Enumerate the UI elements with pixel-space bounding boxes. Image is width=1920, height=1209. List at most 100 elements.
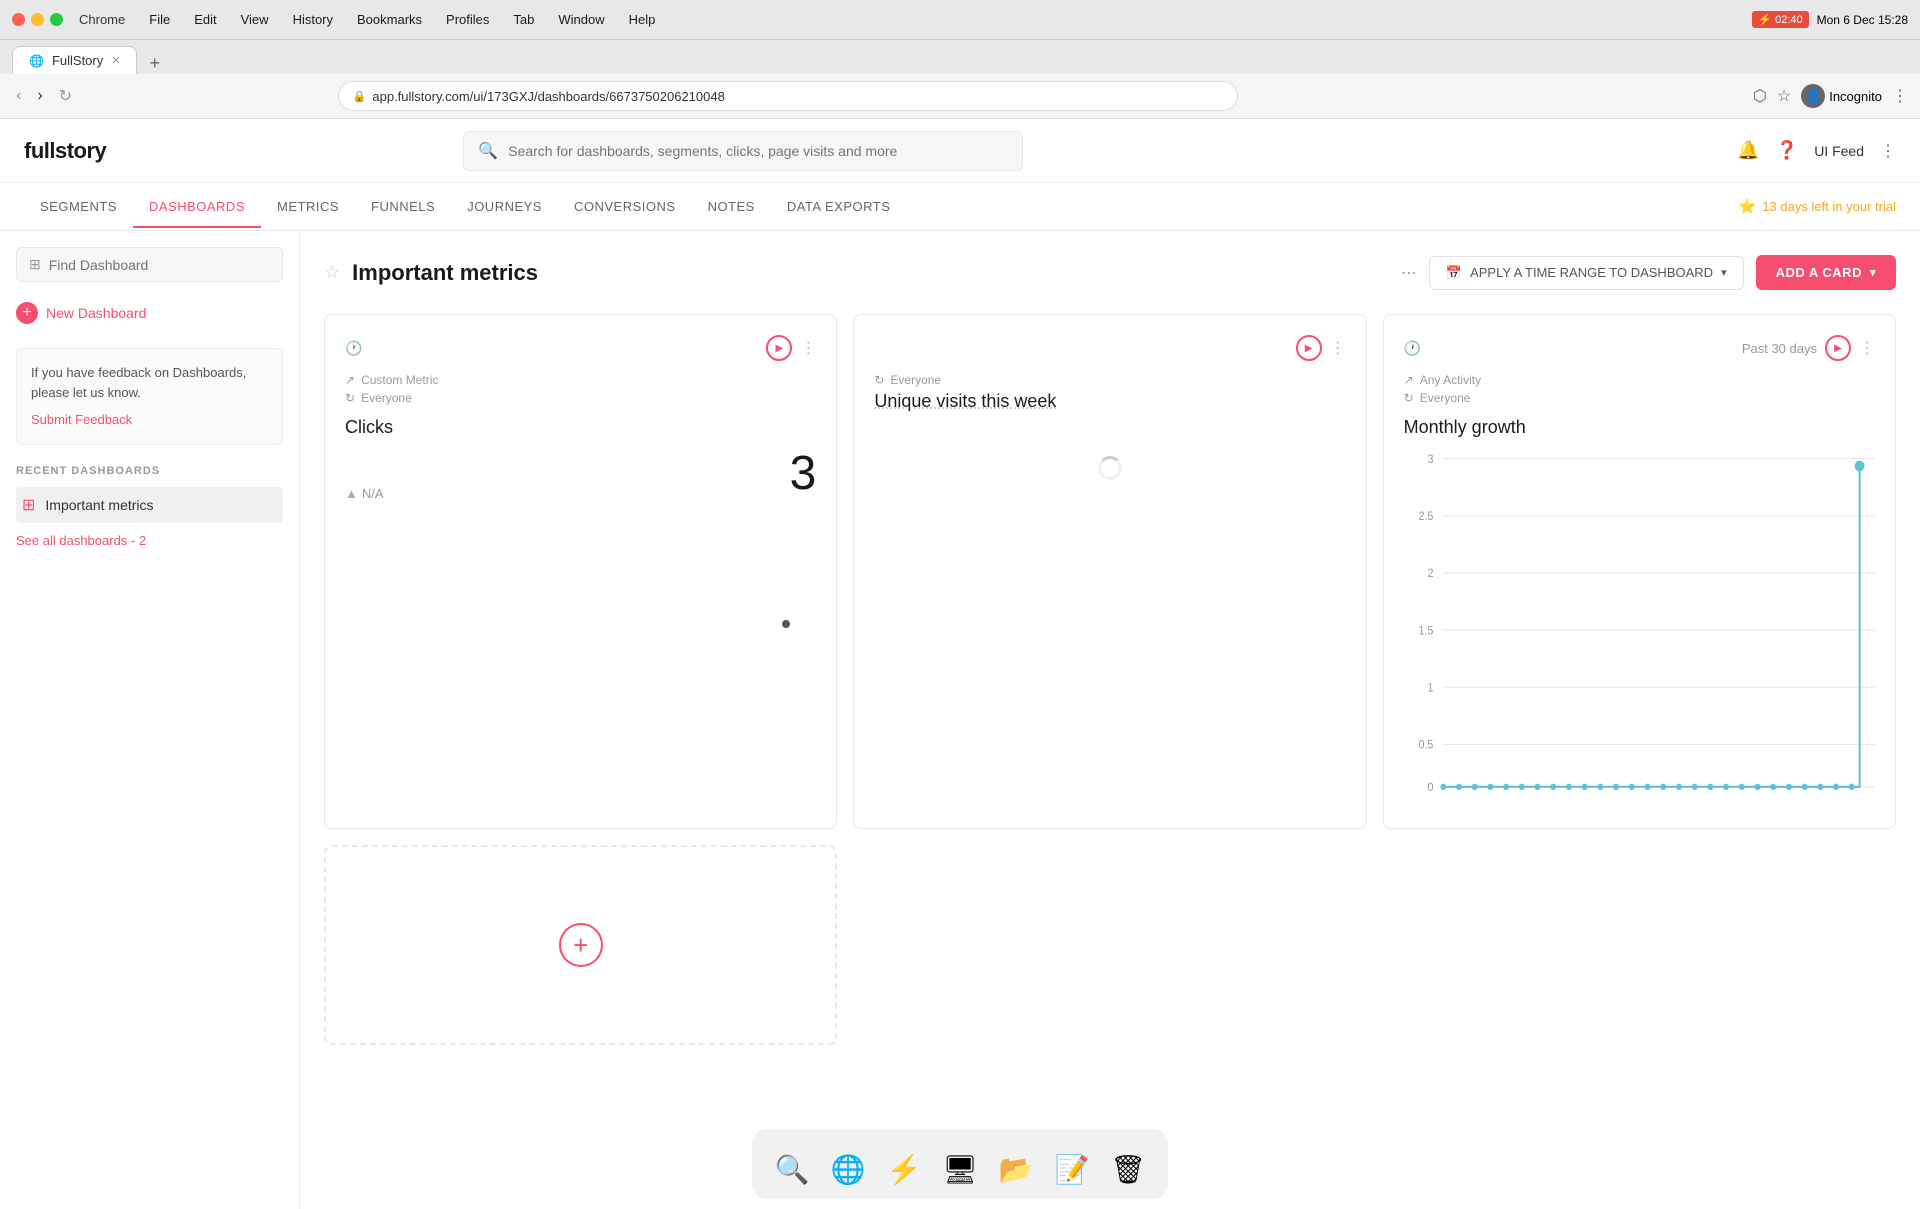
chevron-down-icon: ▾ bbox=[1721, 266, 1727, 279]
browser-toolbar: ‹ › ↻ 🔒 app.fullstory.com/ui/173GXJ/dash… bbox=[0, 74, 1920, 118]
minimize-button[interactable] bbox=[31, 13, 44, 26]
unique-visits-card-actions: ▶ ⋮ bbox=[1296, 335, 1346, 361]
monthly-growth-play-button[interactable]: ▶ bbox=[1825, 335, 1851, 361]
nav-dashboards[interactable]: DASHBOARDS bbox=[133, 185, 261, 228]
nav-funnels[interactable]: FUNNELS bbox=[355, 185, 451, 228]
submit-feedback-link[interactable]: Submit Feedback bbox=[31, 410, 268, 430]
clicks-card-actions: ▶ ⋮ bbox=[766, 335, 816, 361]
close-button[interactable] bbox=[12, 13, 25, 26]
unique-visits-more-button[interactable]: ⋮ bbox=[1330, 338, 1346, 358]
dock-app5[interactable]: 📂 bbox=[992, 1145, 1040, 1193]
menu-file[interactable]: File bbox=[145, 10, 174, 29]
tab-title: FullStory bbox=[52, 53, 103, 68]
global-search[interactable]: 🔍 bbox=[463, 131, 1023, 171]
clock-icon: 🕐 bbox=[345, 340, 362, 357]
nav-segments[interactable]: SEGMENTS bbox=[24, 185, 133, 228]
ui-feed-link[interactable]: UI Feed bbox=[1814, 143, 1864, 159]
incognito-avatar: 👤 bbox=[1801, 84, 1825, 108]
header-actions: 🔔 ❓ UI Feed ⋮ bbox=[1737, 140, 1896, 161]
dock: 🔍 🌐 ⚡ 🖥 📂 📝 🗑 bbox=[751, 1128, 1169, 1200]
fullscreen-button[interactable] bbox=[50, 13, 63, 26]
address-bar[interactable]: 🔒 app.fullstory.com/ui/173GXJ/dashboards… bbox=[338, 81, 1238, 111]
nav-items: SEGMENTS DASHBOARDS METRICS FUNNELS JOUR… bbox=[24, 185, 906, 228]
search-input[interactable] bbox=[508, 143, 1008, 159]
dashboard-header: ☆ Important metrics ⋯ 📅 APPLY A TIME RAN… bbox=[324, 255, 1896, 290]
menu-bookmarks[interactable]: Bookmarks bbox=[353, 10, 426, 29]
add-card-label: ADD A CARD bbox=[1776, 265, 1862, 280]
menu-window[interactable]: Window bbox=[554, 10, 608, 29]
nav-notes[interactable]: NOTES bbox=[692, 185, 771, 228]
monthly-growth-actions: Past 30 days ▶ ⋮ bbox=[1742, 335, 1875, 361]
find-dashboard-search[interactable]: ⊞ bbox=[16, 247, 283, 282]
menu-profiles[interactable]: Profiles bbox=[442, 10, 493, 29]
dock-chrome[interactable]: 🌐 bbox=[824, 1145, 872, 1193]
calendar-icon: 📅 bbox=[1446, 265, 1462, 281]
find-dashboard-input[interactable] bbox=[49, 257, 270, 273]
menu-tab[interactable]: Tab bbox=[509, 10, 538, 29]
dock-app3[interactable]: ⚡ bbox=[880, 1145, 928, 1193]
dock-app4[interactable]: 🖥 bbox=[936, 1145, 984, 1193]
new-dashboard-plus-icon: + bbox=[16, 302, 38, 324]
back-button[interactable]: ‹ bbox=[12, 83, 25, 109]
dock-finder[interactable]: 🔍 bbox=[768, 1145, 816, 1193]
menu-view[interactable]: View bbox=[237, 10, 273, 29]
clicks-play-button[interactable]: ▶ bbox=[766, 335, 792, 361]
menu-edit[interactable]: Edit bbox=[190, 10, 220, 29]
forward-button[interactable]: › bbox=[33, 83, 46, 109]
clicks-more-button[interactable]: ⋮ bbox=[800, 338, 816, 358]
monthly-growth-metric-type: ↗ Any Activity bbox=[1404, 373, 1875, 387]
cast-button[interactable]: ⬡ bbox=[1753, 86, 1767, 106]
sidebar: ⊞ + New Dashboard If you have feedback o… bbox=[0, 231, 300, 1209]
past-days-label: Past 30 days bbox=[1742, 341, 1817, 356]
dashboard-more-button[interactable]: ⋯ bbox=[1401, 263, 1417, 283]
new-tab-button[interactable]: + bbox=[141, 53, 168, 74]
clock: Mon 6 Dec 15:28 bbox=[1817, 13, 1908, 27]
new-dashboard-button[interactable]: + New Dashboard bbox=[16, 298, 283, 328]
active-tab[interactable]: 🌐 FullStory ✕ bbox=[12, 46, 137, 74]
clicks-metric-type: ↗ Custom Metric bbox=[345, 373, 816, 387]
segment-icon: ↻ bbox=[874, 373, 884, 387]
svg-text:2.5: 2.5 bbox=[1418, 511, 1433, 523]
extensions-button[interactable]: ⋮ bbox=[1892, 86, 1908, 106]
monthly-growth-segment: ↻ Everyone bbox=[1404, 391, 1875, 405]
feedback-text: If you have feedback on Dashboards, plea… bbox=[31, 365, 246, 400]
menu-history[interactable]: History bbox=[289, 10, 337, 29]
nav-conversions[interactable]: CONVERSIONS bbox=[558, 185, 692, 228]
time-range-label: APPLY A TIME RANGE TO DASHBOARD bbox=[1470, 265, 1713, 280]
browser-actions: ⬡ ☆ 👤 Incognito ⋮ bbox=[1753, 84, 1908, 108]
main-layout: ⊞ + New Dashboard If you have feedback o… bbox=[0, 231, 1920, 1209]
help-button[interactable]: ❓ bbox=[1776, 140, 1798, 161]
clicks-card-header: 🕐 ▶ ⋮ bbox=[345, 335, 816, 361]
notifications-button[interactable]: 🔔 bbox=[1737, 140, 1759, 161]
svg-text:3: 3 bbox=[1427, 453, 1433, 465]
battery-indicator: ⚡ 02:40 bbox=[1752, 11, 1808, 28]
cards-grid: 🕐 ▶ ⋮ ↗ Custom Metric ↻ Everyone Clicks bbox=[324, 314, 1896, 829]
dock-trash[interactable]: 🗑 bbox=[1104, 1145, 1152, 1193]
sidebar-item-important-metrics[interactable]: ⊞ Important metrics bbox=[16, 487, 283, 523]
add-card-button[interactable]: ADD A CARD ▾ bbox=[1756, 255, 1896, 290]
see-all-dashboards-link[interactable]: See all dashboards - 2 bbox=[16, 533, 283, 548]
monthly-refresh-icon: ↻ bbox=[1404, 391, 1414, 405]
header-more-button[interactable]: ⋮ bbox=[1880, 141, 1896, 161]
bookmark-button[interactable]: ☆ bbox=[1777, 86, 1791, 106]
nav-journeys[interactable]: JOURNEYS bbox=[451, 185, 558, 228]
fullstory-logo: fullstory bbox=[24, 138, 106, 164]
nav-data-exports[interactable]: DATA EXPORTS bbox=[771, 185, 907, 228]
add-placeholder-plus-icon[interactable]: + bbox=[559, 923, 603, 967]
apply-time-range-button[interactable]: 📅 APPLY A TIME RANGE TO DASHBOARD ▾ bbox=[1429, 256, 1744, 290]
svg-text:0: 0 bbox=[1427, 782, 1433, 794]
add-card-placeholder[interactable]: + bbox=[324, 845, 837, 1045]
dock-app6[interactable]: 📝 bbox=[1048, 1145, 1096, 1193]
unique-visits-card-header: ▶ ⋮ bbox=[874, 335, 1345, 361]
menu-bar: File Edit View History Bookmarks Profile… bbox=[133, 10, 1744, 29]
reload-button[interactable]: ↻ bbox=[55, 82, 76, 110]
trend-icon: ↗ bbox=[345, 373, 355, 387]
favorite-star-button[interactable]: ☆ bbox=[324, 262, 340, 283]
monthly-growth-card-header: 🕐 Past 30 days ▶ ⋮ bbox=[1404, 335, 1875, 361]
tab-close-button[interactable]: ✕ bbox=[111, 54, 120, 67]
monthly-growth-more-button[interactable]: ⋮ bbox=[1859, 338, 1875, 358]
nav-metrics[interactable]: METRICS bbox=[261, 185, 355, 228]
menu-help[interactable]: Help bbox=[625, 10, 660, 29]
unique-visits-title: Unique visits this week bbox=[874, 391, 1345, 412]
unique-visits-play-button[interactable]: ▶ bbox=[1296, 335, 1322, 361]
